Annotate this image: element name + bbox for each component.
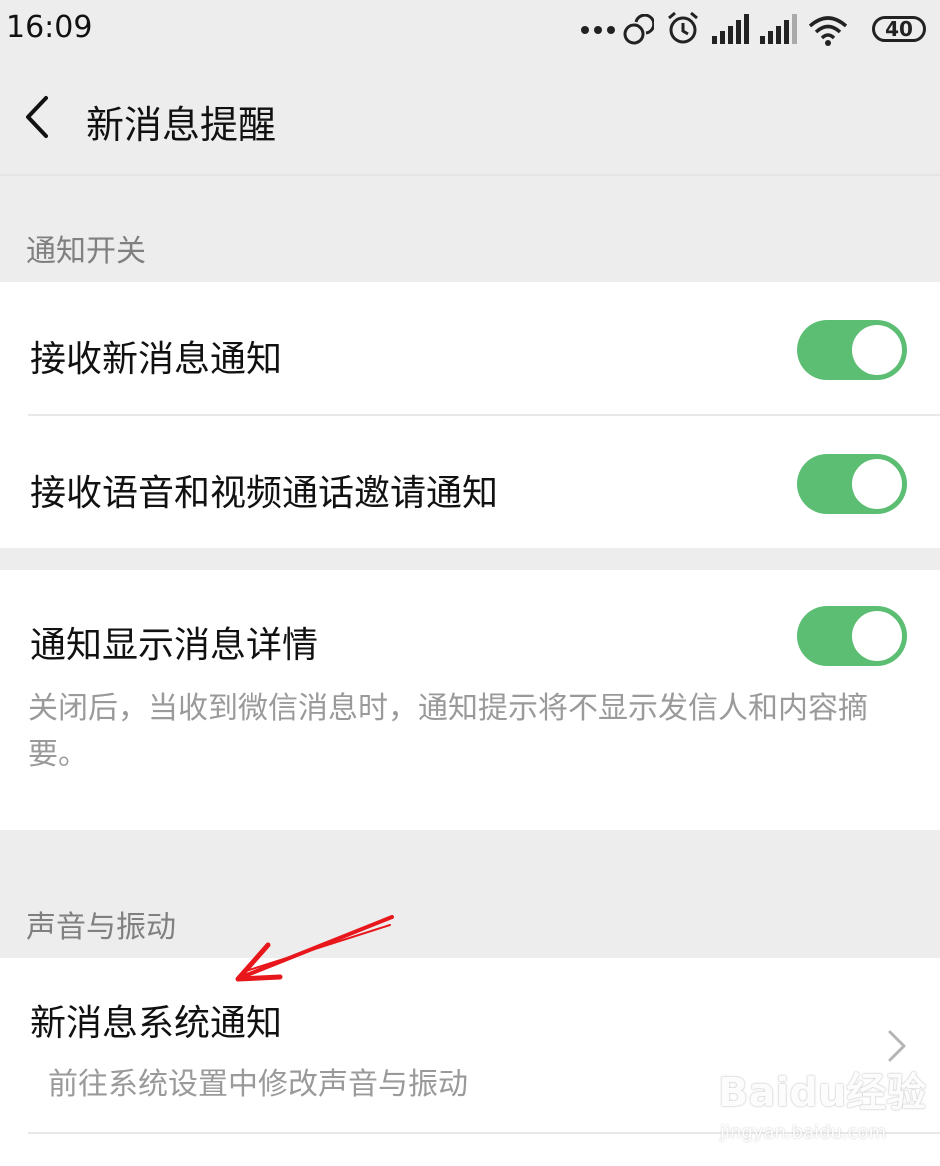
signal-icon xyxy=(760,14,797,44)
nav-bar: 新消息提醒 xyxy=(0,62,940,174)
toggle-knob xyxy=(852,459,902,509)
alarm-icon xyxy=(668,11,698,44)
row-title-system-notification: 新消息系统通知 xyxy=(30,1003,283,1044)
row-title-receive-new-message: 接收新消息通知 xyxy=(30,339,283,380)
status-icons: 40 xyxy=(580,8,940,50)
watermark-logo: Baidu经验 xyxy=(718,1070,927,1116)
toggle-call-invite[interactable] xyxy=(797,454,907,514)
section-label-notify-switch: 通知开关 xyxy=(26,234,146,269)
section-label-sound-vibration: 声音与振动 xyxy=(26,910,176,945)
more-dots-icon xyxy=(581,26,615,34)
status-bar: 16:09 40 xyxy=(0,0,940,62)
page-title: 新消息提醒 xyxy=(86,103,277,147)
toggle-knob xyxy=(852,325,902,375)
toggle-receive-new-message[interactable] xyxy=(797,320,907,380)
toggle-show-details[interactable] xyxy=(797,606,907,666)
annotation-arrow-icon xyxy=(235,915,394,982)
wifi-icon xyxy=(808,16,848,46)
details-description: 关闭后，当收到微信消息时，通知提示将不显示发信人和内容摘要。 xyxy=(28,691,868,772)
watermark: Baidu经验 jingyan.baidu.com xyxy=(718,1060,928,1150)
status-time: 16:09 xyxy=(6,10,93,45)
watermark-url: jingyan.baidu.com xyxy=(720,1122,887,1143)
row-title-show-details: 通知显示消息详情 xyxy=(30,625,319,666)
back-button[interactable] xyxy=(12,84,64,150)
battery-icon: 40 xyxy=(872,16,926,42)
signal-icon xyxy=(712,14,749,44)
toggle-knob xyxy=(852,611,902,661)
sync-icon xyxy=(623,14,654,45)
nav-divider xyxy=(0,174,940,176)
row-title-call-invite: 接收语音和视频通话邀请通知 xyxy=(30,473,499,514)
row-divider xyxy=(28,414,940,416)
details-card: 通知显示消息详情 关闭后，当收到微信消息时，通知提示将不显示发信人和内容摘要。 xyxy=(0,570,940,830)
notify-switch-card: 接收新消息通知 接收语音和视频通话邀请通知 xyxy=(0,282,940,548)
chevron-left-icon xyxy=(26,96,48,138)
